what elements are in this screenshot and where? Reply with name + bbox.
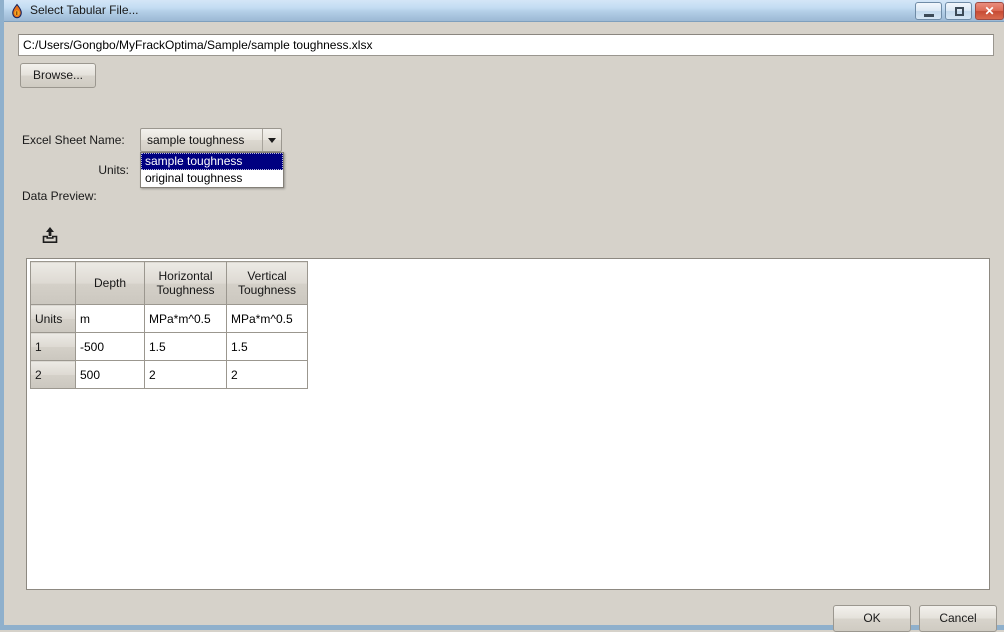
- cell-2-vertical[interactable]: 2: [226, 360, 308, 389]
- window-title: Select Tabular File...: [30, 3, 139, 17]
- excel-sheet-name-combobox[interactable]: sample toughness: [140, 128, 282, 152]
- row-header-1[interactable]: 1: [30, 332, 76, 361]
- data-preview-table: Depth Horizontal Toughness Vertical Toug…: [30, 261, 308, 389]
- excel-sheet-name-label: Excel Sheet Name:: [22, 133, 125, 147]
- title-bar: Select Tabular File... ✕: [4, 0, 1004, 22]
- data-preview-label: Data Preview:: [22, 189, 97, 203]
- column-header-vertical-toughness[interactable]: Vertical Toughness: [226, 261, 308, 305]
- dropdown-option-original-toughness[interactable]: original toughness: [141, 170, 283, 187]
- browse-button[interactable]: Browse...: [20, 63, 96, 88]
- dialog-client-area: Browse... Excel Sheet Name: Units: Data …: [8, 22, 1004, 632]
- table-row: Units m MPa*m^0.5 MPa*m^0.5: [30, 304, 308, 333]
- combobox-arrow-button[interactable]: [262, 129, 281, 151]
- table-row: 2 500 2 2: [30, 360, 308, 389]
- app-icon: [12, 3, 22, 19]
- cell-units-vertical[interactable]: MPa*m^0.5: [226, 304, 308, 333]
- minimize-button[interactable]: [915, 2, 942, 20]
- row-header-units[interactable]: Units: [30, 304, 76, 333]
- chevron-down-icon: [268, 138, 276, 143]
- cell-2-horizontal[interactable]: 2: [144, 360, 227, 389]
- dropdown-option-sample-toughness[interactable]: sample toughness: [141, 153, 283, 170]
- dialog-window: Select Tabular File... ✕ Browse... Excel…: [0, 0, 1004, 632]
- close-button[interactable]: ✕: [975, 2, 1004, 20]
- minimize-icon: [924, 14, 934, 17]
- table-header-row: Depth Horizontal Toughness Vertical Toug…: [30, 261, 308, 305]
- table-row: 1 -500 1.5 1.5: [30, 332, 308, 361]
- cell-2-depth[interactable]: 500: [75, 360, 145, 389]
- close-icon: ✕: [984, 4, 995, 18]
- excel-sheet-name-value: sample toughness: [147, 133, 245, 147]
- cell-1-depth[interactable]: -500: [75, 332, 145, 361]
- row-header-2[interactable]: 2: [30, 360, 76, 389]
- data-preview-panel: Depth Horizontal Toughness Vertical Toug…: [26, 258, 990, 590]
- maximize-icon: [955, 7, 964, 16]
- cell-units-depth[interactable]: m: [75, 304, 145, 333]
- maximize-button[interactable]: [945, 2, 972, 20]
- table-corner-header[interactable]: [30, 261, 76, 305]
- cancel-button[interactable]: Cancel: [919, 605, 997, 632]
- column-header-horizontal-toughness[interactable]: Horizontal Toughness: [144, 261, 227, 305]
- upload-icon[interactable]: [41, 226, 59, 244]
- column-header-depth[interactable]: Depth: [75, 261, 145, 305]
- cell-units-horizontal[interactable]: MPa*m^0.5: [144, 304, 227, 333]
- cell-1-vertical[interactable]: 1.5: [226, 332, 308, 361]
- ok-button[interactable]: OK: [833, 605, 911, 632]
- file-path-input[interactable]: [18, 34, 994, 56]
- excel-sheet-name-dropdown-list[interactable]: sample toughness original toughness: [140, 152, 284, 188]
- cell-1-horizontal[interactable]: 1.5: [144, 332, 227, 361]
- units-label: Units:: [98, 163, 129, 177]
